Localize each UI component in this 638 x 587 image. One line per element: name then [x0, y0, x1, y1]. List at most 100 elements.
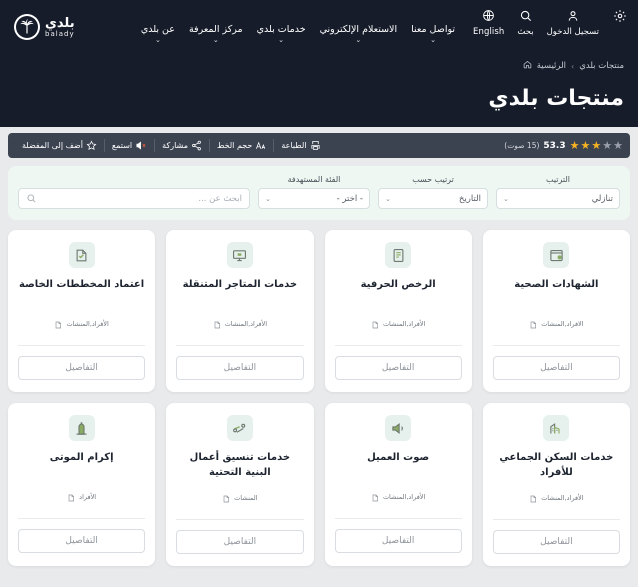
star-outline-icon	[86, 140, 97, 151]
product-title: الشهادات الصحية	[514, 279, 599, 290]
product-audience: الأفراد,المنشات	[335, 487, 462, 506]
details-button[interactable]: التفاصيل	[492, 530, 620, 554]
product-card[interactable]: إكرام الموتى الأفراد التفاصيل	[8, 403, 156, 566]
toolbar-actions: الطباعة حجم الخط مشاركة استمع أضف إلى ال…	[15, 139, 328, 152]
product-audience: الأفراد,المنشات	[493, 488, 620, 507]
home-icon	[523, 60, 532, 72]
details-button[interactable]: التفاصيل	[18, 356, 146, 380]
product-title: خدمات المتاجر المتنقلة	[182, 279, 298, 290]
font-size-button[interactable]: حجم الخط	[208, 139, 273, 152]
nav-item-contact[interactable]: تواصل معنا ⌄	[411, 23, 456, 44]
tag-icon	[371, 487, 379, 506]
category-select[interactable]: - اختر - ⌄	[258, 188, 370, 209]
details-button[interactable]: التفاصيل	[334, 356, 462, 380]
utility-nav: تسجيل الدخول بحث English	[473, 0, 628, 54]
nav-item-about[interactable]: عن بلدي ⌄	[141, 24, 175, 44]
hero-section: منتجات بلدي › الرئيسية منتجات بلدي	[0, 54, 638, 127]
card-divider	[334, 345, 462, 346]
settings-button[interactable]	[612, 9, 628, 25]
tag-icon	[213, 314, 221, 333]
details-button[interactable]: التفاصيل	[176, 356, 304, 380]
share-button[interactable]: مشاركة	[154, 139, 209, 152]
audience-label: الأفراد,المنشات	[224, 319, 268, 328]
favorites-label: أضف إلى المفضلة	[22, 141, 83, 150]
search-box[interactable]	[18, 188, 250, 209]
star-rating[interactable]: ★ ★ ★ ★ ★	[570, 140, 623, 151]
nav-item-balady-services[interactable]: خدمات بلدي ⌄	[256, 23, 306, 44]
sort-by-label: ترتيب حسب	[412, 175, 454, 184]
group-housing-icon	[543, 415, 570, 441]
card-divider	[18, 518, 146, 519]
language-switch-button[interactable]: English	[473, 9, 504, 37]
tag-icon	[222, 488, 230, 507]
share-label: مشاركة	[162, 141, 188, 150]
rating-widget[interactable]: ★ ★ ★ ★ ★ 53.3 (15 صوت)	[504, 140, 623, 151]
font-size-label: حجم الخط	[216, 141, 253, 150]
product-card[interactable]: الرخص الحرفية الأفراد,المنشات التفاصيل	[324, 230, 472, 392]
search-input[interactable]	[42, 193, 242, 204]
search-label: بحث	[517, 27, 534, 37]
chevron-down-icon: ⌄	[385, 194, 391, 203]
tag-icon	[529, 488, 537, 507]
nav-item-einquiry[interactable]: الاستعلام الإلكتروني ⌄	[319, 23, 398, 44]
details-button[interactable]: التفاصيل	[18, 529, 146, 553]
search-field	[18, 188, 250, 209]
user-icon	[565, 9, 581, 25]
chevron-down-icon: ⌄	[212, 35, 219, 44]
breadcrumb-current: منتجات بلدي	[579, 61, 624, 71]
tag-icon	[529, 314, 537, 333]
sort-by-select[interactable]: التاريخ ⌄	[378, 188, 488, 209]
star-icon-5[interactable]: ★	[613, 140, 623, 151]
nav-label: خدمات بلدي	[256, 23, 306, 35]
brand-logo[interactable]: بلدي balady	[10, 14, 75, 40]
listen-button[interactable]: استمع	[103, 139, 154, 152]
main-nav: تواصل معنا ⌄ الاستعلام الإلكتروني ⌄ خدما…	[75, 12, 473, 44]
star-icon-2[interactable]: ★	[581, 140, 591, 151]
breadcrumb-home-link[interactable]: الرئيسية	[537, 61, 566, 71]
login-label: تسجيل الدخول	[546, 27, 599, 37]
category-field: الفئة المستهدفة - اختر - ⌄	[258, 175, 370, 209]
product-card[interactable]: خدمات تنسيق أعمال البنية التحتية المنشات…	[166, 403, 314, 566]
card-divider	[176, 345, 304, 346]
sort-order-select[interactable]: تنازلي ⌄	[496, 188, 620, 209]
chevron-down-icon: ⌄	[355, 35, 362, 44]
nav-label: الاستعلام الإلكتروني	[319, 23, 398, 35]
language-label: English	[473, 27, 505, 37]
product-card[interactable]: الشهادات الصحية الافراد,المنشات التفاصيل	[482, 230, 630, 392]
product-audience: الافراد,المنشات	[493, 314, 620, 333]
login-button[interactable]: تسجيل الدخول	[547, 9, 599, 37]
star-icon-4[interactable]: ★	[602, 140, 612, 151]
health-certificate-icon	[543, 242, 570, 268]
card-divider	[18, 345, 146, 346]
nav-label: تواصل معنا	[411, 23, 456, 35]
product-card[interactable]: خدمات المتاجر المتنقلة الأفراد,المنشات ا…	[166, 230, 314, 392]
product-card[interactable]: اعتماد المخططات الخاصة الأفراد,المنشات ا…	[8, 230, 156, 392]
page-title: منتجات بلدي	[488, 86, 624, 111]
search-icon	[518, 9, 534, 25]
infrastructure-icon	[226, 415, 253, 441]
details-button[interactable]: التفاصيل	[334, 529, 462, 553]
audience-label: الأفراد,المنشات	[66, 319, 109, 328]
tag-icon	[54, 314, 62, 333]
products-grid-row-1: الشهادات الصحية الافراد,المنشات التفاصيل…	[8, 230, 630, 392]
product-card[interactable]: خدمات السكن الجماعي للأفراد الأفراد,المن…	[482, 403, 630, 566]
nav-item-knowledge-center[interactable]: مركز المعرفة ⌄	[189, 24, 243, 44]
search-button[interactable]: بحث	[517, 9, 534, 37]
product-audience: الأفراد	[18, 487, 145, 506]
add-to-favorites-button[interactable]: أضف إلى المفضلة	[15, 139, 104, 152]
product-card[interactable]: صوت العميل الأفراد,المنشات التفاصيل	[324, 403, 472, 566]
star-icon-1[interactable]: ★	[570, 140, 580, 151]
customer-voice-icon	[385, 415, 412, 441]
card-divider	[492, 519, 620, 520]
star-icon-3[interactable]: ★	[591, 140, 601, 151]
sort-order-value: تنازلي	[591, 193, 613, 204]
details-button[interactable]: التفاصيل	[176, 530, 304, 554]
plan-approval-icon	[68, 242, 95, 268]
globe-icon	[481, 9, 497, 25]
details-button[interactable]: التفاصيل	[492, 356, 620, 380]
print-button[interactable]: الطباعة	[273, 139, 327, 152]
sort-order-label: الترتيب	[546, 175, 570, 184]
chevron-down-icon: ⌄	[503, 194, 509, 203]
brand-name-ar: بلدي	[45, 15, 75, 31]
chevron-down-icon: ⌄	[278, 35, 285, 44]
